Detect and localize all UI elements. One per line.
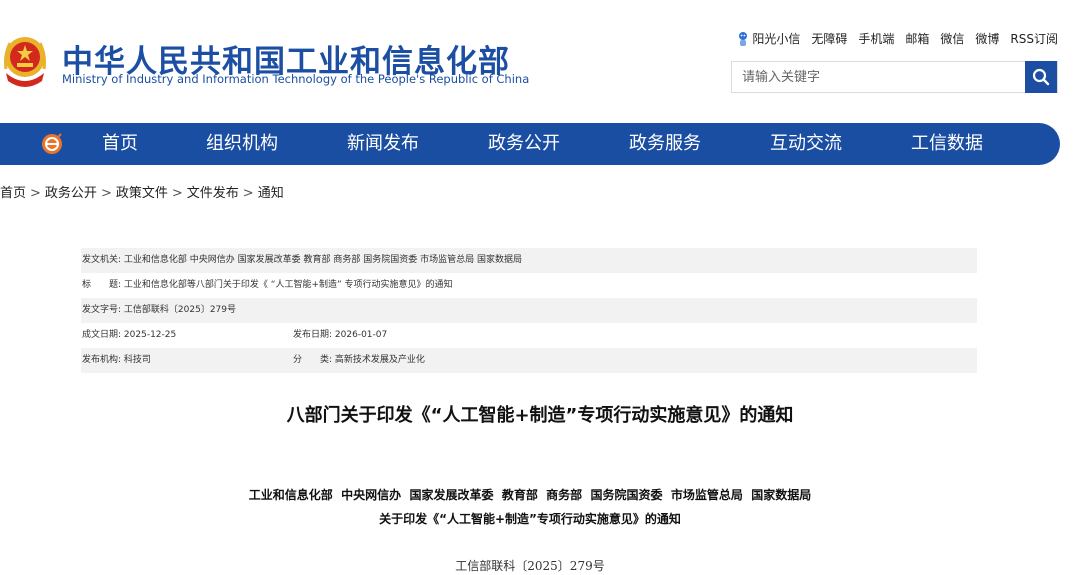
info-label: 发文字号: (82, 305, 122, 315)
info-row-org: 发布机构: 科技司 分 类: 高新技术发展及产业化 (81, 348, 977, 373)
info-label: 分 类: (293, 355, 333, 365)
top-link-mobile[interactable]: 手机端 (858, 30, 894, 47)
nav-item-government-affairs[interactable]: 政务公开 (488, 123, 560, 165)
main-nav: 首页 组织机构 新闻发布 政务公开 政务服务 互动交流 工信数据 (0, 123, 1060, 165)
miit-logo-icon[interactable] (40, 132, 64, 156)
article-issuers: 工业和信息化部 中央网信办 国家发展改革委 教育部 商务部 国务院国资委 市场监… (248, 488, 812, 502)
site-title-english: Ministry of Industry and Information Tec… (62, 72, 530, 86)
search-button[interactable] (1025, 61, 1057, 93)
national-emblem-icon (4, 37, 46, 87)
breadcrumb-item-release[interactable]: 文件发布 (187, 186, 239, 201)
info-label: 成文日期: (82, 330, 122, 340)
article-docno: 工信部联科〔2025〕279号 (455, 559, 605, 573)
info-category: 分 类: 高新技术发展及产业化 (293, 348, 425, 373)
info-row-dates: 成文日期: 2025-12-25 发布日期: 2026-01-07 (81, 323, 977, 348)
breadcrumb-separator: > (171, 186, 183, 201)
top-link-rss[interactable]: RSS订阅 (1010, 30, 1058, 47)
nav-item-services[interactable]: 政务服务 (629, 123, 701, 165)
info-label: 发布机构: (82, 355, 122, 365)
breadcrumb-item-policy[interactable]: 政策文件 (116, 186, 168, 201)
breadcrumb-separator: > (30, 186, 41, 201)
info-value: 2025-12-25 (123, 330, 177, 340)
nav-item-interaction[interactable]: 互动交流 (770, 123, 842, 165)
article-title: 八部门关于印发《“人工智能+制造”专项行动实施意见》的通知 (286, 405, 794, 426)
info-label: 标 题: (82, 280, 122, 290)
info-row-title: 标 题: 工业和信息化部等八部门关于印发《 “人工智能+制造” 专项行动实施意见… (81, 273, 977, 298)
top-link-label: 阳光小信 (752, 32, 801, 46)
info-value: 2026-01-07 (334, 330, 388, 340)
breadcrumb-item-gov[interactable]: 政务公开 (45, 186, 97, 201)
search-box (731, 61, 1058, 93)
info-value: 工信部联科〔2025〕279号 (123, 305, 237, 315)
info-label: 发文机关: (82, 255, 122, 265)
breadcrumb-separator: > (242, 186, 254, 201)
top-link-weibo[interactable]: 微博 (975, 30, 999, 47)
info-value: 高新技术发展及产业化 (334, 355, 425, 365)
nav-item-news[interactable]: 新闻发布 (347, 123, 419, 165)
mascot-icon (739, 31, 748, 46)
info-row-docno: 发文字号: 工信部联科〔2025〕279号 (81, 298, 977, 323)
top-link-wechat[interactable]: 微信 (940, 30, 964, 47)
top-links: 阳光小信 无障碍 手机端 邮箱 微信 微博 RSS订阅 (738, 30, 1058, 47)
top-link-mail[interactable]: 邮箱 (905, 30, 929, 47)
search-icon (1032, 68, 1050, 86)
top-link-accessibility[interactable]: 无障碍 (811, 30, 847, 47)
article-subtitle: 关于印发《“人工智能+制造”专项行动实施意见》的通知 (379, 512, 681, 526)
breadcrumb-item-notice[interactable]: 通知 (258, 186, 284, 201)
info-pubdate: 发布日期: 2026-01-07 (293, 323, 387, 348)
breadcrumb: 首页 > 政务公开 > 政策文件 > 文件发布 > 通知 (0, 182, 284, 201)
breadcrumb-item-home[interactable]: 首页 (0, 186, 26, 201)
search-input[interactable] (732, 62, 1024, 92)
info-value: 工业和信息化部 中央网信办 国家发展改革委 教育部 商务部 国务院国资委 市场监… (123, 255, 522, 265)
info-value: 工业和信息化部等八部门关于印发《 “人工智能+制造” 专项行动实施意见》的通知 (123, 280, 453, 290)
breadcrumb-separator: > (100, 186, 112, 201)
document-info-table: 发文机关: 工业和信息化部 中央网信办 国家发展改革委 教育部 商务部 国务院国… (81, 248, 977, 373)
nav-item-data[interactable]: 工信数据 (911, 123, 983, 165)
top-link-sunshine[interactable]: 阳光小信 (738, 30, 800, 47)
nav-item-organization[interactable]: 组织机构 (206, 123, 278, 165)
info-row-issuer: 发文机关: 工业和信息化部 中央网信办 国家发展改革委 教育部 商务部 国务院国… (81, 248, 977, 273)
info-label: 发布日期: (293, 330, 333, 340)
nav-item-home[interactable]: 首页 (102, 123, 138, 165)
info-value: 科技司 (123, 355, 151, 365)
